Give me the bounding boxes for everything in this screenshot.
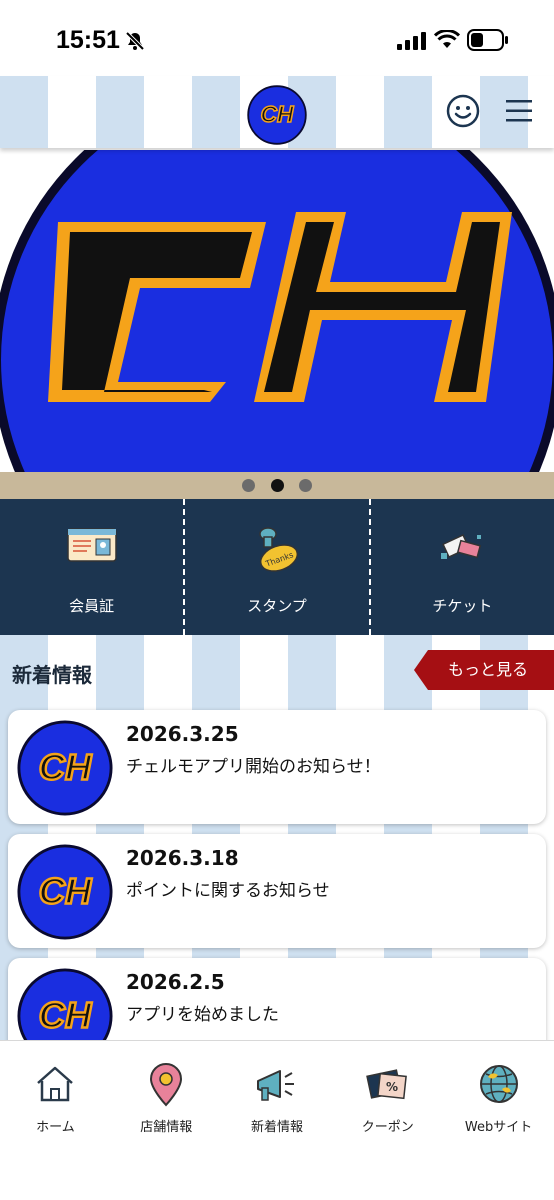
stamp-label: スタンプ [247, 597, 307, 615]
more-button[interactable]: もっと見る [414, 650, 554, 690]
svg-text:%: % [386, 1080, 398, 1094]
tab-store-info-label: 店舗情報 [140, 1120, 193, 1135]
ticket-button[interactable]: チケット [368, 499, 554, 635]
status-time: 15:51 [56, 26, 120, 54]
news-item[interactable]: CH 2026.2.5 アプリを始めました [8, 958, 546, 1040]
tab-website[interactable]: Webサイト [443, 1041, 554, 1200]
status-bar: 15:51 [0, 0, 554, 76]
carousel-dot[interactable] [242, 479, 255, 492]
hero-logo [0, 150, 554, 472]
news-logo: CH [17, 720, 113, 816]
news-date: 2026.3.25 [126, 722, 239, 746]
ticket-label: チケット [432, 597, 493, 615]
signal-icon [397, 32, 426, 50]
tab-store-info[interactable]: 店舗情報 [111, 1041, 222, 1200]
tab-news[interactable]: 新着情報 [222, 1041, 333, 1200]
svg-text:CH: CH [261, 101, 294, 127]
tab-bar: ホーム 店舗情報 新着情報 % クーポン Webサイト [0, 1040, 554, 1200]
megaphone-icon [256, 1070, 294, 1101]
svg-text:CH: CH [39, 747, 92, 788]
member-card-label: 会員証 [69, 597, 115, 615]
home-icon [37, 1066, 74, 1102]
member-card-icon [66, 528, 117, 562]
svg-text:CH: CH [39, 871, 92, 912]
coupon-icon: % [365, 1069, 407, 1100]
news-item[interactable]: CH 2026.3.18 ポイントに関するお知らせ [8, 834, 546, 948]
globe-icon [479, 1065, 518, 1103]
tab-coupon-label: クーポン [361, 1120, 414, 1135]
member-card-button[interactable]: 会員証 [0, 499, 183, 635]
app-header: CH [0, 76, 554, 148]
news-text: チェルモアプリ開始のお知らせ！ [126, 757, 381, 777]
map-pin-icon [150, 1063, 183, 1107]
news-logo: CH [17, 844, 113, 940]
news-text: ポイントに関するお知らせ [126, 881, 330, 901]
bell-off-icon [125, 31, 145, 51]
carousel-dot-active[interactable] [271, 479, 284, 492]
news-logo: CH [17, 968, 113, 1040]
svg-text:CH: CH [39, 995, 92, 1036]
stamp-button[interactable]: Thanks スタンプ [183, 499, 368, 635]
news-text: アプリを始めました [126, 1005, 279, 1025]
news-date: 2026.2.5 [126, 970, 225, 994]
menu-icon[interactable] [505, 98, 533, 124]
stamp-icon: Thanks [259, 527, 299, 572]
tab-coupon[interactable]: % クーポン [332, 1041, 443, 1200]
face-icon[interactable] [446, 94, 480, 128]
hero-banner[interactable] [0, 150, 554, 472]
tab-news-label: 新着情報 [250, 1120, 303, 1135]
quick-menu: 会員証 Thanks スタンプ チケット [0, 499, 554, 635]
tab-home[interactable]: ホーム [0, 1041, 111, 1200]
news-title: 新着情報 [12, 663, 92, 687]
tab-home-label: ホーム [36, 1120, 75, 1135]
carousel-indicator [0, 472, 554, 499]
wifi-icon [434, 30, 460, 48]
carousel-dot[interactable] [299, 479, 312, 492]
ticket-icon [441, 534, 482, 559]
battery-icon [467, 29, 508, 51]
news-item[interactable]: CH 2026.3.25 チェルモアプリ開始のお知らせ！ [8, 710, 546, 824]
news-section: 新着情報 もっと見る CH 2026.3.25 チェルモアプリ開始のお知らせ！ … [0, 635, 554, 1040]
tab-website-label: Webサイト [464, 1120, 533, 1135]
ch-logo[interactable]: CH [247, 85, 307, 145]
news-date: 2026.3.18 [126, 846, 239, 870]
